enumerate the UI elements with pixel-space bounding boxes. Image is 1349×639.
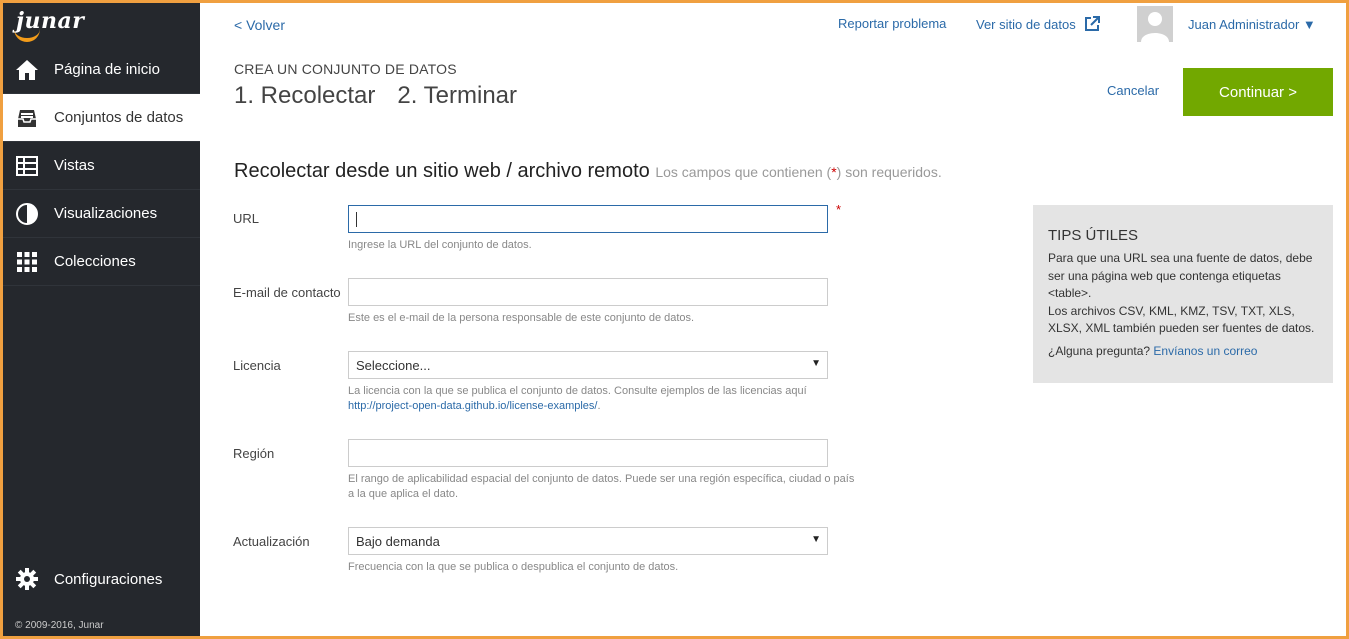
sidebar-item-label: Colecciones: [54, 253, 136, 270]
logo-swoosh: [14, 28, 40, 42]
required-asterisk: *: [836, 202, 842, 217]
sidebar-item-visualizations[interactable]: Visualizaciones: [0, 190, 200, 238]
cancel-link[interactable]: Cancelar: [1107, 83, 1159, 98]
region-help: El rango de aplicabilidad espacial del c…: [348, 473, 855, 500]
sidebar-item-label: Visualizaciones: [54, 205, 158, 222]
copyright: © 2009-2016, Junar: [15, 620, 104, 631]
update-help: Frecuencia con la que se publica o despu…: [348, 561, 679, 573]
sidebar-item-settings[interactable]: Configuraciones: [0, 555, 200, 603]
back-link[interactable]: < Volver: [234, 17, 285, 33]
update-select[interactable]: Bajo demanda ▼: [348, 527, 828, 555]
sidebar-item-label: Página de inicio: [54, 61, 160, 78]
license-examples-link[interactable]: http://project-open-data.github.io/licen…: [348, 400, 597, 412]
required-note: Los campos que contienen (*) son requeri…: [655, 164, 941, 180]
sidebar: junar Página de inicio Conjuntos de dato…: [0, 0, 200, 639]
wizard-steps: 1. Recolectar 2. Terminar: [234, 82, 539, 110]
sidebar-item-label: Configuraciones: [54, 570, 163, 588]
user-menu[interactable]: Juan Administrador ▼: [1188, 17, 1316, 32]
dropdown-arrow-icon: ▼: [811, 534, 821, 545]
email-us-link[interactable]: Envíanos un correo: [1153, 344, 1257, 358]
view-site-link[interactable]: Ver sitio de datos: [976, 16, 1100, 32]
tips-question: ¿Alguna pregunta? Envíanos un correo: [1048, 344, 1318, 358]
continue-button[interactable]: Continuar >: [1183, 68, 1333, 116]
tips-panel: TIPS ÚTILES Para que una URL sea una fue…: [1033, 205, 1333, 383]
sidebar-item-collections[interactable]: Colecciones: [0, 238, 200, 286]
url-help: Ingrese la URL del conjunto de datos.: [348, 239, 532, 251]
tips-body: Para que una URL sea una fuente de datos…: [1048, 250, 1318, 338]
tips-text-2: Los archivos CSV, KML, KMZ, TSV, TXT, XL…: [1048, 303, 1315, 336]
table-icon: [15, 154, 39, 178]
external-link-icon: [1084, 16, 1100, 32]
form-title: Recolectar desde un sitio web / archivo …: [234, 160, 942, 183]
license-help: La licencia con la que se publica el con…: [348, 384, 858, 414]
tips-title: TIPS ÚTILES: [1048, 227, 1139, 244]
avatar[interactable]: [1137, 6, 1173, 42]
url-input[interactable]: [348, 205, 828, 233]
dropdown-arrow-icon: ▼: [811, 358, 821, 369]
license-selected: Seleccione...: [356, 357, 431, 373]
sidebar-item-label: Vistas: [54, 157, 95, 174]
sidebar-item-views[interactable]: Vistas: [0, 142, 200, 190]
view-site-label: Ver sitio de datos: [976, 16, 1076, 32]
form-title-text: Recolectar desde un sitio web / archivo …: [234, 160, 650, 182]
report-problem-link[interactable]: Reportar problema: [838, 16, 946, 31]
step-collect: 1. Recolectar: [234, 82, 376, 109]
license-select[interactable]: Seleccione... ▼: [348, 351, 828, 379]
sidebar-item-datasets[interactable]: Conjuntos de datos: [0, 94, 200, 142]
email-input[interactable]: [348, 278, 828, 306]
update-selected: Bajo demanda: [356, 533, 440, 549]
email-label: E-mail de contacto: [233, 285, 341, 300]
inbox-icon: [15, 106, 39, 130]
tips-question-text: ¿Alguna pregunta?: [1048, 343, 1151, 358]
sidebar-item-label: Conjuntos de datos: [54, 109, 184, 126]
region-input[interactable]: [348, 439, 828, 467]
required-note-pre: Los campos que contienen (: [655, 164, 832, 180]
region-label: Región: [233, 446, 275, 461]
text-caret: [356, 211, 357, 227]
junar-logo[interactable]: junar: [0, 0, 200, 46]
required-note-post: ) son requeridos.: [836, 164, 942, 180]
logo-text: junar: [14, 8, 84, 42]
page-subtitle: CREA UN CONJUNTO DE DATOS: [234, 61, 457, 77]
license-help-text: La licencia con la que se publica el con…: [348, 385, 807, 397]
license-help-end: .: [597, 400, 601, 412]
grid-icon: [15, 250, 39, 274]
email-help: Este es el e-mail de la persona responsa…: [348, 312, 695, 324]
update-label: Actualización: [233, 534, 310, 549]
gear-icon: [15, 567, 39, 591]
step-finish: 2. Terminar: [397, 82, 518, 109]
url-label: URL: [233, 211, 260, 226]
home-icon: [15, 58, 39, 82]
sidebar-item-home[interactable]: Página de inicio: [0, 46, 200, 94]
pie-chart-icon: [15, 202, 39, 226]
tips-text-1: Para que una URL sea una fuente de datos…: [1048, 251, 1313, 300]
license-label: Licencia: [233, 358, 281, 373]
